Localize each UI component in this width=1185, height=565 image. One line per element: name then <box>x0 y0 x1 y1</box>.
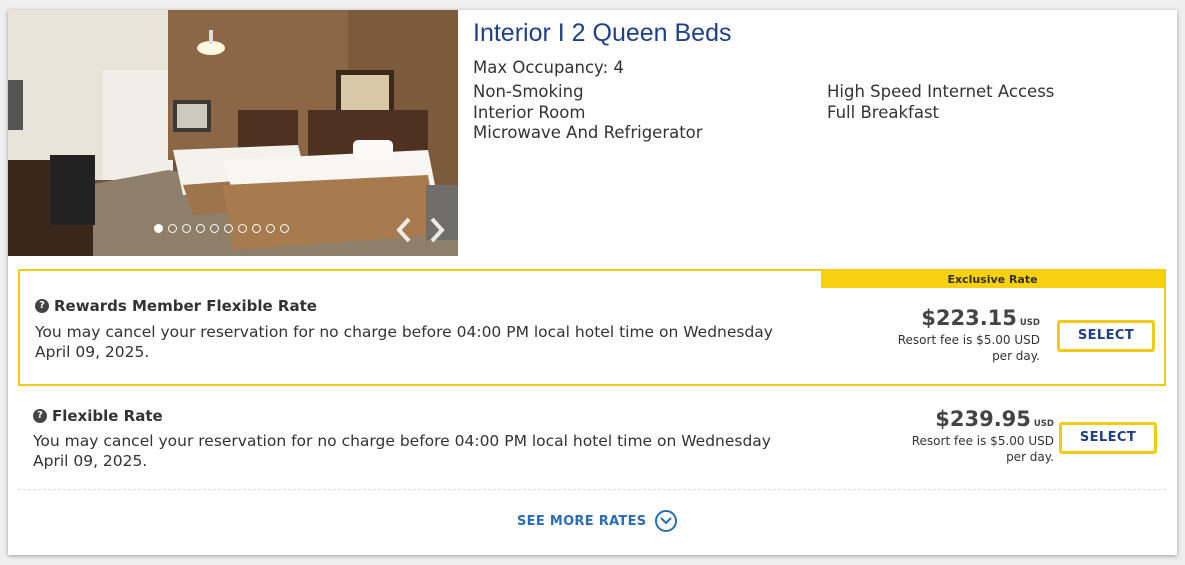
price-amount: $239.95 <box>935 407 1031 431</box>
room-photo-image <box>8 10 458 256</box>
amenity-item: High Speed Internet Access <box>827 82 1055 101</box>
price-amount: $223.15 <box>921 306 1017 330</box>
amenity-item: Microwave And Refrigerator <box>473 123 703 142</box>
resort-fee-note: Resort fee is $5.00 USD per day. <box>897 333 1040 363</box>
price-currency: USD <box>1019 318 1040 328</box>
rate-option-rewards: Exclusive Rate ? Rewards Member Flexible… <box>18 269 1166 386</box>
help-icon[interactable]: ? <box>35 299 49 313</box>
amenities-column-1: Non-Smoking Interior Room Microwave And … <box>473 82 703 144</box>
help-icon[interactable]: ? <box>33 409 47 423</box>
rate-name-label: Rewards Member Flexible Rate <box>54 297 317 315</box>
chevron-right-icon <box>430 217 445 243</box>
price-currency: USD <box>1033 419 1054 429</box>
select-rate-button[interactable]: SELECT <box>1059 422 1157 454</box>
amenity-item: Full Breakfast <box>827 102 940 122</box>
see-more-label: SEE MORE RATES <box>517 513 647 529</box>
exclusive-rate-badge: Exclusive Rate <box>821 271 1164 288</box>
gallery-dot[interactable] <box>196 224 205 233</box>
rate-price-block: $223.15 USD Resort fee is $5.00 USD per d… <box>890 306 1040 364</box>
rate-price-block: $239.95 USD Resort fee is $5.00 USD per d… <box>904 407 1054 465</box>
see-more-rates-link[interactable]: SEE MORE RATES <box>517 510 678 532</box>
gallery-dot[interactable] <box>168 224 177 233</box>
gallery-dot[interactable] <box>154 224 163 233</box>
resort-fee-note: Resort fee is $5.00 USD per day. <box>911 434 1054 464</box>
gallery-dot[interactable] <box>182 224 191 233</box>
rate-name-label: Flexible Rate <box>52 407 163 425</box>
chevron-left-icon <box>396 217 411 243</box>
rate-price: $223.15 USD <box>890 306 1040 330</box>
room-photo[interactable] <box>8 10 458 256</box>
select-rate-button[interactable]: SELECT <box>1057 320 1155 352</box>
room-title: Interior I 2 Queen Beds <box>473 19 732 47</box>
gallery-next-button[interactable] <box>426 215 448 245</box>
gallery-dot[interactable] <box>210 224 219 233</box>
gallery-dots <box>154 224 289 233</box>
gallery-prev-button[interactable] <box>393 215 415 245</box>
room-card: Interior I 2 Queen Beds Max Occupancy: 4… <box>8 10 1177 555</box>
amenity-item: Interior Room <box>473 102 586 122</box>
gallery-dot[interactable] <box>252 224 261 233</box>
gallery-dot[interactable] <box>238 224 247 233</box>
rate-name[interactable]: ? Flexible Rate <box>33 407 163 425</box>
max-occupancy: Max Occupancy: 4 <box>473 58 624 77</box>
gallery-dot[interactable] <box>224 224 233 233</box>
rate-price: $239.95 USD <box>904 407 1054 431</box>
rate-description: You may cancel your reservation for no c… <box>35 323 773 361</box>
amenity-item: Non-Smoking <box>473 82 584 101</box>
amenities-column-2: High Speed Internet Access Full Breakfas… <box>827 82 1054 123</box>
rate-option-flexible: ? Flexible Rate You may cancel your rese… <box>18 390 1166 490</box>
gallery-dot[interactable] <box>266 224 275 233</box>
chevron-down-icon <box>655 510 678 532</box>
gallery-dot[interactable] <box>280 224 289 233</box>
rate-description: You may cancel your reservation for no c… <box>33 432 771 470</box>
chevron-down-glyph <box>660 517 673 525</box>
rate-name[interactable]: ? Rewards Member Flexible Rate <box>35 297 317 315</box>
